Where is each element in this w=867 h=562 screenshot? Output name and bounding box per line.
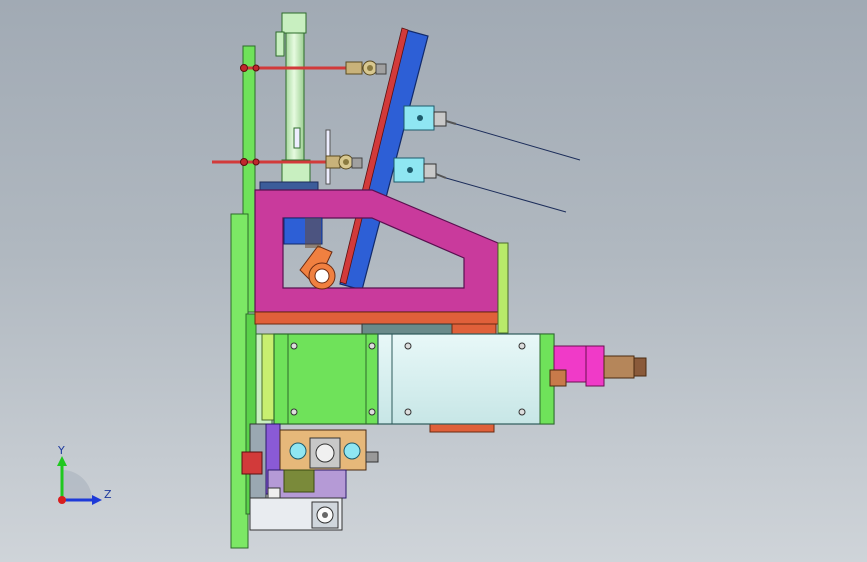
cad-viewport[interactable]: Y Z — [0, 0, 867, 562]
x-axis-dot-icon — [58, 496, 66, 504]
orientation-triad[interactable]: Y Z — [0, 0, 867, 562]
z-axis-label: Z — [104, 488, 112, 501]
triad-rotation-arc-icon — [62, 470, 92, 500]
y-axis-label: Y — [57, 444, 65, 457]
